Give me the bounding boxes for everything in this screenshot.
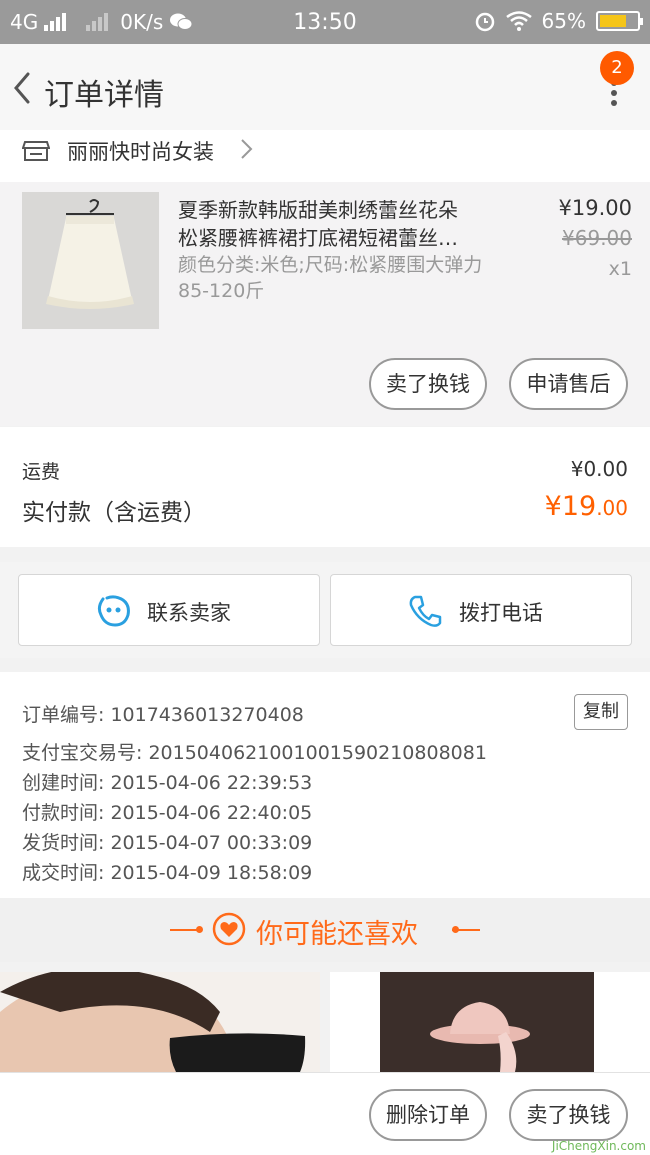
product-title: 夏季新款韩版甜美刺绣蕾丝花朵 松紧腰裤裤裙打底裙短裙蕾丝…	[178, 196, 498, 252]
paid-row: 付款时间: 2015-04-06 22:40:05	[22, 798, 312, 825]
recommend-header: 你可能还喜欢	[0, 898, 650, 962]
page-title: 订单详情	[44, 78, 164, 113]
alipay-label: 支付宝交易号:	[22, 742, 143, 764]
phone-icon	[409, 595, 442, 627]
paid-value: ¥19.00	[545, 491, 628, 522]
divider-left	[170, 929, 198, 931]
shipped-label: 发货时间:	[22, 832, 105, 854]
shop-name: 丽丽快时尚女装	[67, 140, 214, 164]
order-info: 订单编号: 1017436013270408 复制 支付宝交易号: 201504…	[0, 672, 650, 898]
paid-label: 实付款（含运费）	[22, 500, 206, 526]
battery-percent: 65%	[541, 9, 586, 33]
sell-button[interactable]: 卖了换钱	[369, 358, 487, 410]
order-number-label: 订单编号:	[22, 704, 105, 726]
divider-right	[452, 929, 480, 931]
contact-seller-button[interactable]: 联系卖家	[18, 574, 320, 646]
delete-order-button[interactable]: 删除订单	[369, 1089, 487, 1141]
created-row: 创建时间: 2015-04-06 22:39:53	[22, 768, 312, 795]
product-image	[22, 192, 159, 329]
divider-dot-left	[196, 926, 203, 933]
shipping-value: ¥0.00	[570, 457, 628, 481]
product-card[interactable]: 夏季新款韩版甜美刺绣蕾丝花朵 松紧腰裤裤裙打底裙短裙蕾丝… 颜色分类:米色;尺码…	[0, 182, 650, 426]
done-label: 成交时间:	[22, 862, 105, 884]
product-spec: 颜色分类:米色;尺码:松紧腰围大弹力85-120斤	[178, 254, 483, 302]
chat-icon	[97, 595, 130, 627]
alipay-row: 支付宝交易号: 2015040621001001590210808081	[22, 738, 487, 765]
shipped-row: 发货时间: 2015-04-07 00:33:09	[22, 828, 312, 855]
shipped-time: 2015-04-07 00:33:09	[110, 832, 313, 854]
bottom-sell-button[interactable]: 卖了换钱	[509, 1089, 628, 1141]
shop-row[interactable]: 丽丽快时尚女装	[0, 130, 650, 182]
paid-time-label: 付款时间:	[22, 802, 105, 824]
app-header: 订单详情 2	[0, 44, 650, 130]
paid-integer: ¥19	[544, 491, 597, 522]
copy-button[interactable]: 复制	[574, 694, 628, 730]
watermark: JiChengXin.com	[551, 1139, 646, 1153]
recommend-item-image-1[interactable]	[0, 972, 320, 1072]
status-right: 65%	[474, 9, 643, 33]
contact-seller-label: 联系卖家	[147, 601, 231, 625]
notification-badge: 2	[600, 51, 634, 85]
bottom-action-bar: 删除订单 卖了换钱 JiChengXin.com	[0, 1072, 650, 1155]
after-sale-button[interactable]: 申请售后	[509, 358, 628, 410]
fee-summary: 运费 ¥0.00 实付款（含运费） ¥19.00	[0, 427, 650, 547]
wifi-icon	[505, 11, 532, 31]
shipping-label: 运费	[22, 461, 61, 483]
contact-section: 联系卖家 拨打电话	[0, 562, 650, 658]
status-bar: 4G 0K/s 13:50 65%	[0, 0, 650, 44]
product-price: ¥19.00	[558, 196, 632, 220]
product-quantity: x1	[608, 258, 632, 280]
call-label: 拨打电话	[459, 601, 543, 625]
chevron-right-icon	[241, 139, 253, 159]
order-number: 1017436013270408	[110, 704, 304, 726]
paid-decimal: .00	[596, 496, 628, 520]
alarm-icon	[475, 12, 494, 32]
recommend-title: 你可能还喜欢	[256, 919, 418, 950]
done-row: 成交时间: 2015-04-09 18:58:09	[22, 858, 312, 885]
heart-icon	[212, 912, 246, 946]
product-title-line2: 松紧腰裤裤裙打底裙短裙蕾丝…	[178, 226, 458, 250]
paid-time: 2015-04-06 22:40:05	[110, 802, 313, 824]
created-label: 创建时间:	[22, 772, 105, 794]
battery-icon	[596, 11, 643, 31]
product-original-price: ¥69.00	[562, 226, 632, 250]
back-icon[interactable]	[10, 70, 38, 106]
shop-icon	[22, 141, 50, 161]
created-time: 2015-04-06 22:39:53	[110, 772, 313, 794]
alipay-number: 2015040621001001590210808081	[148, 742, 487, 764]
product-title-line1: 夏季新款韩版甜美刺绣蕾丝花朵	[178, 198, 458, 222]
recommend-item-image-2[interactable]	[330, 972, 650, 1072]
done-time: 2015-04-09 18:58:09	[110, 862, 313, 884]
order-number-row: 订单编号: 1017436013270408	[22, 700, 304, 727]
call-button[interactable]: 拨打电话	[330, 574, 632, 646]
